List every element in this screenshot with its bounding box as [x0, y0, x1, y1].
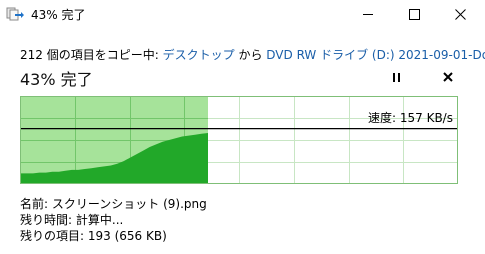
- title-bar: 43% 完了: [0, 0, 485, 28]
- connector-text: から: [238, 48, 263, 62]
- items-remaining-label: 残りの項目:: [20, 229, 85, 243]
- time-remaining-label: 残り時間:: [20, 213, 73, 227]
- details-panel: 名前: スクリーンショット (9).png 残り時間: 計算中... 残りの項目…: [20, 196, 207, 244]
- minimize-button[interactable]: [345, 0, 391, 28]
- maximize-icon: [408, 8, 420, 20]
- window-title: 43% 完了: [31, 8, 86, 22]
- time-remaining-row: 残り時間: 計算中...: [20, 212, 207, 228]
- copy-summary: 212 個の項目をコピー中: デスクトップ から DVD RW ドライブ (D:…: [20, 46, 485, 63]
- copy-arrow-icon: [6, 7, 24, 21]
- time-remaining-value: 計算中...: [75, 213, 124, 227]
- speed-label: 速度: 157 KB/s: [368, 111, 453, 125]
- destination-link[interactable]: DVD RW ドライブ (D:) 2021-09-01-Doc: [266, 48, 485, 62]
- pause-button[interactable]: [385, 68, 407, 86]
- items-remaining-value: 193 (656 KB): [87, 229, 167, 243]
- name-value: スクリーンショット (9).png: [51, 197, 207, 211]
- item-count-text: 212 個の項目をコピー中:: [20, 48, 159, 62]
- source-link[interactable]: デスクトップ: [163, 48, 235, 62]
- items-remaining-row: 残りの項目: 193 (656 KB): [20, 228, 207, 244]
- close-button[interactable]: [437, 0, 483, 28]
- close-icon: [443, 72, 453, 82]
- pause-icon: [392, 72, 400, 82]
- cancel-button[interactable]: [437, 68, 459, 86]
- progress-heading: 43% 完了: [20, 70, 93, 89]
- close-icon: [454, 8, 466, 20]
- name-row: 名前: スクリーンショット (9).png: [20, 196, 207, 212]
- minimize-icon: [363, 13, 373, 15]
- name-label: 名前:: [20, 197, 49, 211]
- maximize-button[interactable]: [391, 0, 437, 28]
